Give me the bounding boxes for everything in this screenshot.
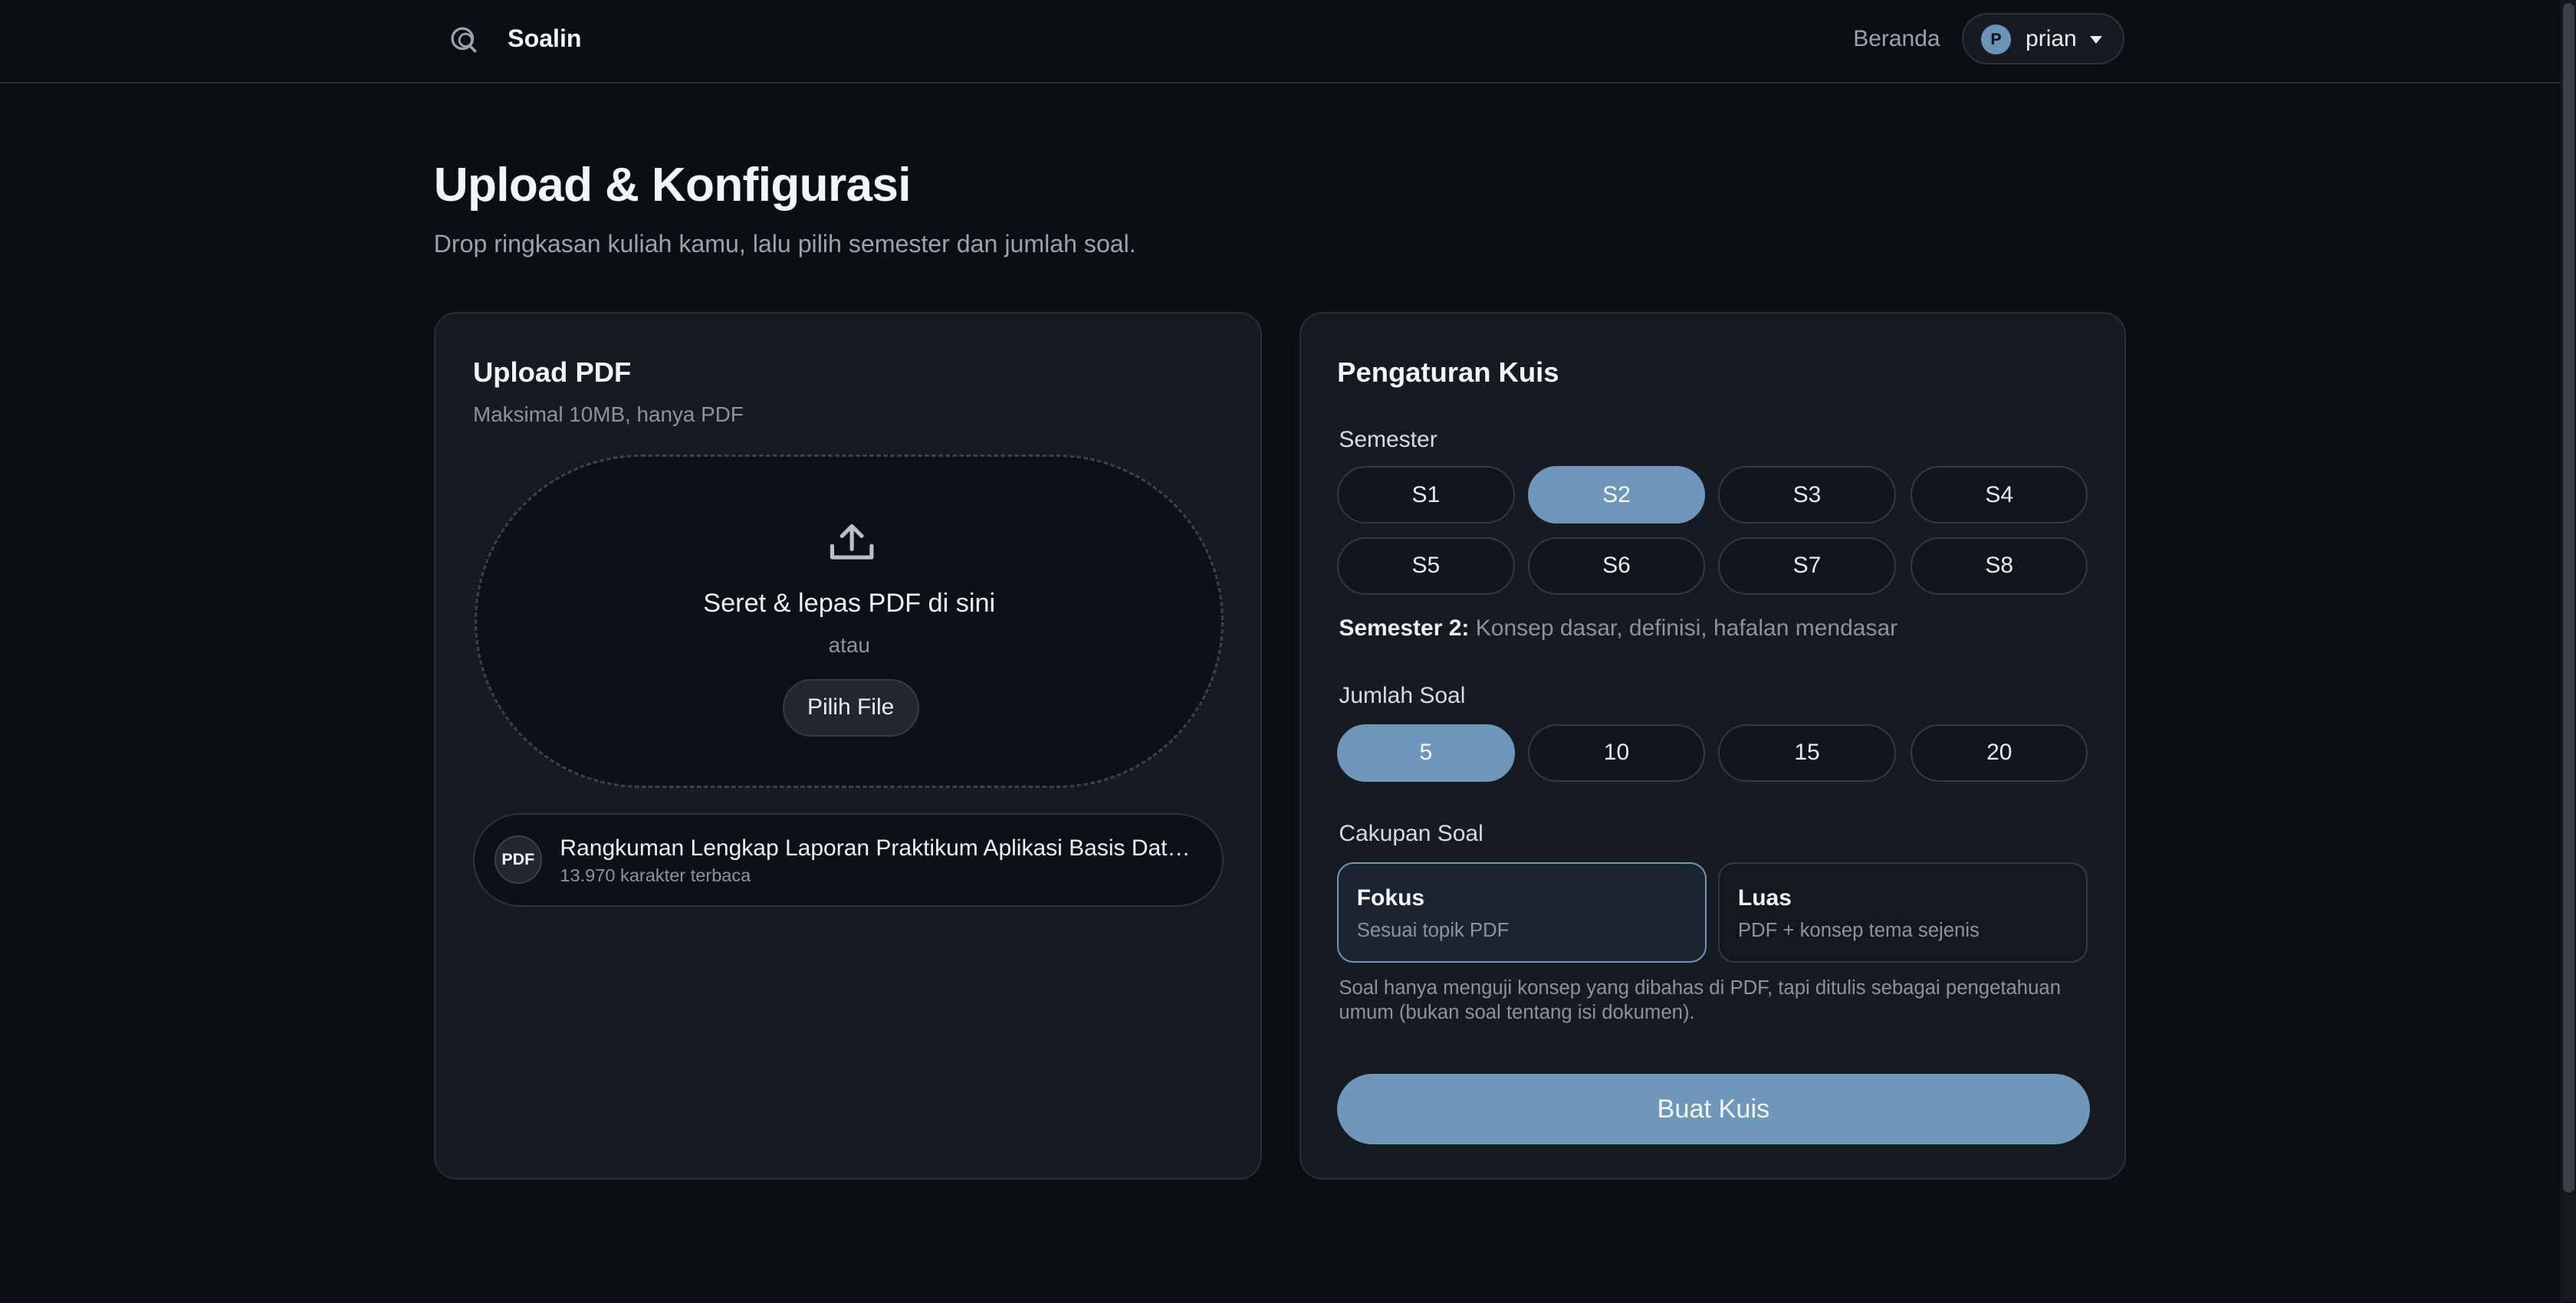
dropzone-or: atau [828,632,870,657]
page-title: Upload & Konfigurasi [433,158,912,212]
semester-option-s5[interactable]: S5 [1337,537,1515,595]
semester-option-s4[interactable]: S4 [1911,466,2088,524]
brand-name[interactable]: Soalin [508,25,581,53]
scope-label: Cakupan Soal [1339,821,1484,847]
semester-option-s6[interactable]: S6 [1527,537,1706,595]
create-quiz-button[interactable]: Buat Kuis [1337,1074,2090,1145]
user-name: prian [2026,26,2077,52]
upload-icon [830,523,873,560]
pdf-dropzone[interactable]: Seret & lepas PDF di sini atau Pilih Fil… [475,455,1224,789]
settings-card-title: Pengaturan Kuis [1337,356,1559,388]
question-count-label: Jumlah Soal [1339,683,1466,709]
semester-label: Semester [1339,427,1438,452]
semester-description: Semester 2: Konsep dasar, definisi, hafa… [1339,615,1898,642]
avatar: P [1981,24,2011,54]
scope-option-broad[interactable]: Luas PDF + konsep tema sejenis [1718,862,2088,963]
semester-option-s1[interactable]: S1 [1337,466,1515,524]
quiz-settings-card: Pengaturan Kuis Semester S1 S2 S3 S4 S5 … [1300,312,2126,1180]
question-count-option-15[interactable]: 15 [1718,724,1896,782]
upload-card-title: Upload PDF [473,356,632,388]
dropzone-text: Seret & lepas PDF di sini [703,588,996,618]
question-count-option-20[interactable]: 20 [1911,724,2088,782]
semester-description-label: Semester 2: [1339,615,1470,642]
semester-description-text: Konsep dasar, definisi, hafalan mendasar [1475,615,1898,642]
file-name: Rangkuman Lengkap Laporan Praktikum Apli… [560,835,1201,862]
scope-option-title: Luas [1737,885,1792,911]
question-count-option-10[interactable]: 10 [1527,724,1706,782]
scope-option-subtitle: Sesuai topik PDF [1356,919,1510,941]
uploaded-file-item[interactable]: PDF Rangkuman Lengkap Laporan Praktikum … [473,812,1224,907]
brand-logo-icon[interactable] [449,25,480,56]
user-menu-button[interactable]: P prian [1961,13,2124,64]
semester-option-s8[interactable]: S8 [1911,537,2088,595]
scope-option-focus[interactable]: Fokus Sesuai topik PDF [1337,862,1707,963]
scope-option-subtitle: PDF + konsep tema sejenis [1737,919,1980,941]
upload-card: Upload PDF Maksimal 10MB, hanya PDF Sere… [433,312,1262,1180]
semester-option-s3[interactable]: S3 [1718,466,1896,524]
upload-card-subtitle: Maksimal 10MB, hanya PDF [473,402,744,426]
semester-option-s2[interactable]: S2 [1527,466,1706,524]
question-count-option-5[interactable]: 5 [1337,724,1515,782]
pdf-file-icon: PDF [494,835,542,884]
nav-link-home[interactable]: Beranda [1853,26,1940,52]
page-subtitle: Drop ringkasan kuliah kamu, lalu pilih s… [433,230,1136,258]
file-char-count: 13.970 karakter terbaca [560,865,751,885]
top-navbar: Soalin Beranda P prian [0,0,2560,84]
choose-file-button[interactable]: Pilih File [782,678,919,737]
semester-option-s7[interactable]: S7 [1718,537,1896,595]
caret-down-icon [2089,35,2102,44]
scope-note: Soal hanya menguji konsep yang dibahas d… [1339,976,2061,1023]
scope-option-title: Fokus [1356,885,1425,911]
scrollbar-thumb[interactable] [2562,3,2574,1193]
